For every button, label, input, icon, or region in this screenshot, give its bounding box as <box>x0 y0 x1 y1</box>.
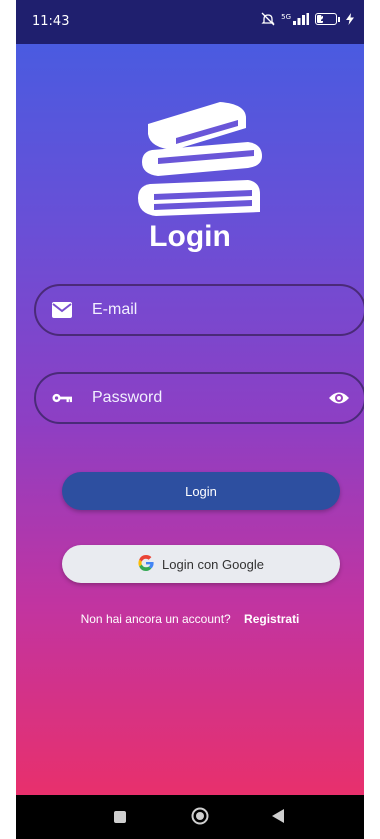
password-input[interactable] <box>92 389 328 407</box>
login-screen: Login E-mail Login Login con Google Non … <box>16 44 364 795</box>
square-icon[interactable] <box>114 810 126 828</box>
password-field[interactable] <box>34 372 364 424</box>
battery-indicator: 29 <box>315 13 340 25</box>
google-button-label: Login con Google <box>162 556 264 572</box>
phone-screen: 11:43 5G 29 Login E-mail Login Login con… <box>16 0 364 839</box>
envelope-icon <box>52 300 72 320</box>
page-title: Login <box>149 220 231 253</box>
circle-icon[interactable] <box>191 807 209 830</box>
key-icon <box>52 388 72 408</box>
status-bar: 11:43 5G 29 <box>16 0 364 44</box>
battery-body: 29 <box>315 13 337 25</box>
navigation-bar <box>16 795 364 839</box>
email-input[interactable] <box>92 301 364 319</box>
books-stack-icon <box>138 102 262 216</box>
network-label: 5G <box>281 13 291 21</box>
no-account-text: Non hai ancora un account? <box>80 612 231 626</box>
google-login-button[interactable]: Login con Google <box>62 545 340 583</box>
login-button-label: Login <box>185 483 217 499</box>
google-g-icon <box>138 554 154 574</box>
register-link[interactable]: Registrati <box>244 612 299 626</box>
battery-level: 29 <box>320 14 332 23</box>
login-button[interactable]: Login <box>62 472 340 510</box>
charging-icon <box>346 13 354 25</box>
signal-icon: 5G <box>281 13 309 25</box>
eye-icon[interactable] <box>328 387 350 409</box>
back-triangle-icon[interactable] <box>272 809 284 828</box>
status-icons: 5G 29 <box>261 12 354 26</box>
battery-tip <box>338 16 340 22</box>
mute-icon <box>261 12 275 26</box>
email-field[interactable] <box>34 284 364 336</box>
signup-prompt: Non hai ancora un account? Registrati <box>16 612 364 626</box>
status-time: 11:43 <box>32 14 70 29</box>
